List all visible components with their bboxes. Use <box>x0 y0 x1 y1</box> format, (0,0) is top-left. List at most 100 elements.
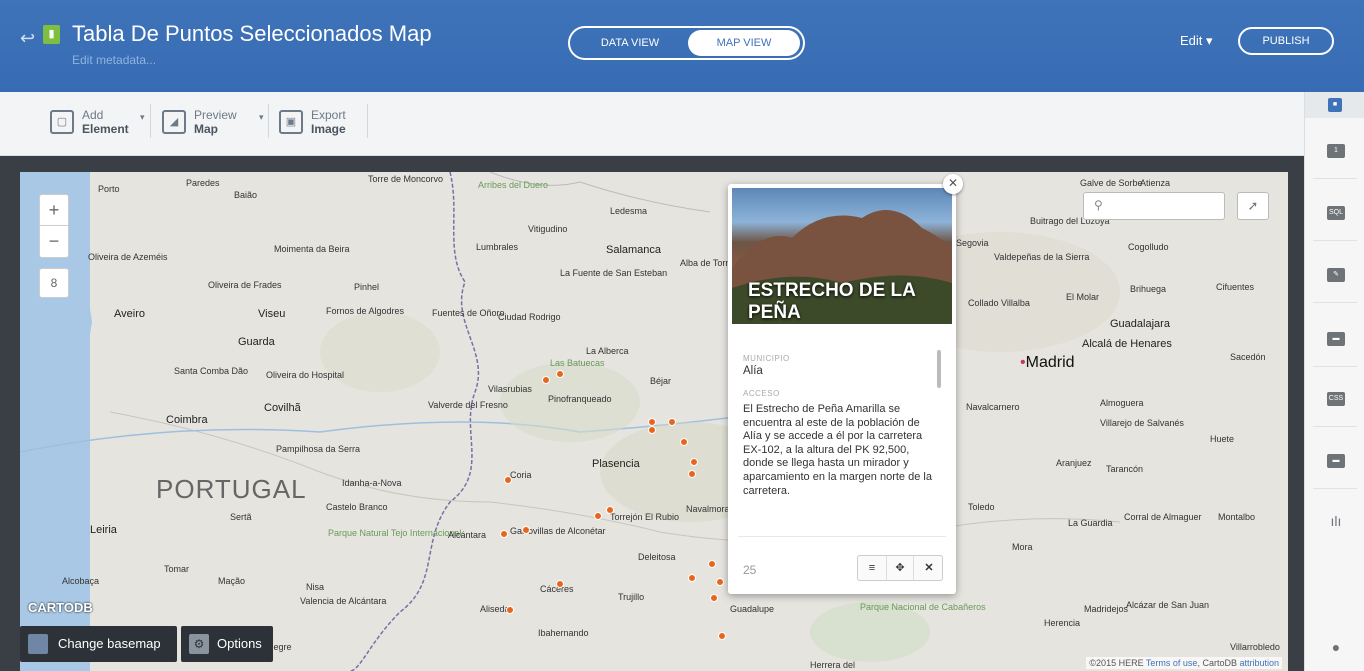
place-label: Leiria <box>90 524 117 536</box>
popup-scrollbar[interactable] <box>937 350 941 388</box>
map-point[interactable] <box>594 512 602 520</box>
tab-data-view[interactable]: DATA VIEW <box>574 30 686 56</box>
bulb-icon[interactable]: ● <box>1327 640 1345 654</box>
map-point[interactable] <box>710 594 718 602</box>
terms-of-use-link[interactable]: Terms of use <box>1146 658 1198 668</box>
map-point[interactable] <box>504 476 512 484</box>
map-point[interactable] <box>606 506 614 514</box>
search-icon: ⚲ <box>1094 198 1103 212</box>
filters-icon[interactable]: ılı <box>1327 514 1345 528</box>
country-label: PORTUGAL <box>156 474 307 504</box>
place-label: Moimenta da Beira <box>274 244 350 254</box>
search-input[interactable] <box>1112 197 1220 215</box>
layer-toggle-icon[interactable]: ■ <box>1328 98 1342 112</box>
place-label: Villarrobledo <box>1230 642 1280 652</box>
change-basemap-label: Change basemap <box>58 636 161 651</box>
move-icon[interactable]: ✥ <box>886 556 914 580</box>
close-icon[interactable]: ✕ <box>943 174 963 194</box>
place-label: Tomar <box>164 564 190 574</box>
options-label: Options <box>217 636 262 651</box>
map-point[interactable] <box>648 418 656 426</box>
map-point[interactable] <box>648 426 656 434</box>
place-label: Sertã <box>230 512 252 522</box>
field-label-municipio: MUNICIPIO <box>743 354 790 363</box>
place-label: Trujillo <box>618 592 645 602</box>
popup-controls: ≡ ✥ ✕ <box>857 555 943 581</box>
map-point[interactable] <box>688 574 696 582</box>
wizard-icon[interactable]: ✎ <box>1327 268 1345 282</box>
place-label: Valverde del Fresno <box>428 400 508 410</box>
top-header: ↩ ▮ Tabla De Puntos Seleccionados Map Ed… <box>0 0 1364 92</box>
basemap-icon <box>28 634 48 654</box>
map-frame: Porto Paredes Baião Torre de Moncorvo Ar… <box>0 156 1304 671</box>
place-label: Las Batuecas <box>550 358 605 368</box>
map-point[interactable] <box>556 580 564 588</box>
sidebar-divider <box>1313 488 1357 489</box>
place-label: Atienza <box>1140 178 1171 188</box>
place-label: Idanha-a-Nova <box>342 478 402 488</box>
map-point[interactable] <box>556 370 564 378</box>
layer-1-icon[interactable]: 1 <box>1327 144 1345 158</box>
back-arrow-icon[interactable]: ↩ <box>20 28 35 49</box>
lock-icon[interactable]: ▮ <box>43 25 60 44</box>
list-icon[interactable]: ≡ <box>858 556 886 580</box>
add-element-button[interactable]: ▢ Add Element ▾ <box>50 108 160 142</box>
map-canvas[interactable]: Porto Paredes Baião Torre de Moncorvo Ar… <box>20 172 1288 671</box>
map-point[interactable] <box>688 470 696 478</box>
options-button[interactable]: ⚙ Options <box>181 626 273 662</box>
place-label: Corral de Almaguer <box>1124 512 1202 522</box>
infowindow-icon[interactable]: ▬ <box>1327 332 1345 346</box>
add-element-label-2: Element <box>82 122 129 136</box>
change-basemap-button[interactable]: Change basemap <box>20 626 177 662</box>
zoom-in-button[interactable]: + <box>40 195 68 226</box>
share-button[interactable]: ➚ <box>1237 192 1269 220</box>
map-point[interactable] <box>716 578 724 586</box>
export-image-button[interactable]: ▣ Export Image <box>279 108 369 142</box>
zoom-out-button[interactable]: − <box>40 226 68 257</box>
map-point[interactable] <box>506 606 514 614</box>
place-label: Huete <box>1210 434 1235 444</box>
place-label: Aranjuez <box>1056 458 1092 468</box>
place-label: Pinhel <box>354 282 380 292</box>
map-point[interactable] <box>500 530 508 538</box>
place-label: Lumbrales <box>476 242 519 252</box>
popup-image: ESTRECHO DE LA PEÑA <box>732 188 952 324</box>
place-label: Galve de Sorbe <box>1080 178 1143 188</box>
tab-map-view[interactable]: MAP VIEW <box>688 30 800 56</box>
place-label: Cogolludo <box>1128 242 1169 252</box>
place-label: Torre de Moncorvo <box>368 174 444 184</box>
map-point[interactable] <box>690 458 698 466</box>
legend-icon[interactable]: ▬ <box>1327 454 1345 468</box>
edit-dropdown[interactable]: Edit ▾ <box>1180 33 1213 49</box>
place-label: Torrejón El Rubio <box>610 512 680 522</box>
map-point[interactable] <box>718 632 726 640</box>
cartodb-logo: CARTODB <box>28 600 93 615</box>
field-value-acceso: El Estrecho de Peña Amarilla se encuentr… <box>743 403 932 497</box>
toolbar-divider <box>367 104 368 138</box>
map-title[interactable]: Tabla De Puntos Seleccionados Map <box>72 21 432 47</box>
place-label: Cifuentes <box>1216 282 1255 292</box>
map-point[interactable] <box>542 376 550 384</box>
place-label: Montalbo <box>1218 512 1256 522</box>
map-point[interactable] <box>708 560 716 568</box>
attribution-link[interactable]: attribution <box>1239 658 1279 668</box>
toolbar-divider <box>150 104 151 138</box>
sidebar-divider <box>1313 178 1357 179</box>
map-toolbar: ▢ Add Element ▾ ◢ Preview Map ▾ ▣ Export… <box>0 92 1304 156</box>
place-label: Vitigudino <box>528 224 568 234</box>
edit-metadata-link[interactable]: Edit metadata... <box>72 53 156 67</box>
place-label: Fuentes de Oñoro <box>432 308 505 318</box>
place-label: Porto <box>98 184 120 194</box>
publish-button[interactable]: PUBLISH <box>1238 27 1334 55</box>
sql-icon[interactable]: SQL <box>1327 206 1345 220</box>
place-label: Pampilhosa da Serra <box>276 444 361 454</box>
map-point[interactable] <box>522 526 530 534</box>
map-point[interactable] <box>680 438 688 446</box>
chevron-down-icon: ▾ <box>259 112 264 122</box>
map-point[interactable] <box>668 418 676 426</box>
css-icon[interactable]: CSS <box>1327 392 1345 406</box>
preview-map-button[interactable]: ◢ Preview Map ▾ <box>162 108 272 142</box>
road <box>489 172 711 213</box>
sidebar-divider <box>1313 426 1357 427</box>
close-icon[interactable]: ✕ <box>915 556 943 580</box>
